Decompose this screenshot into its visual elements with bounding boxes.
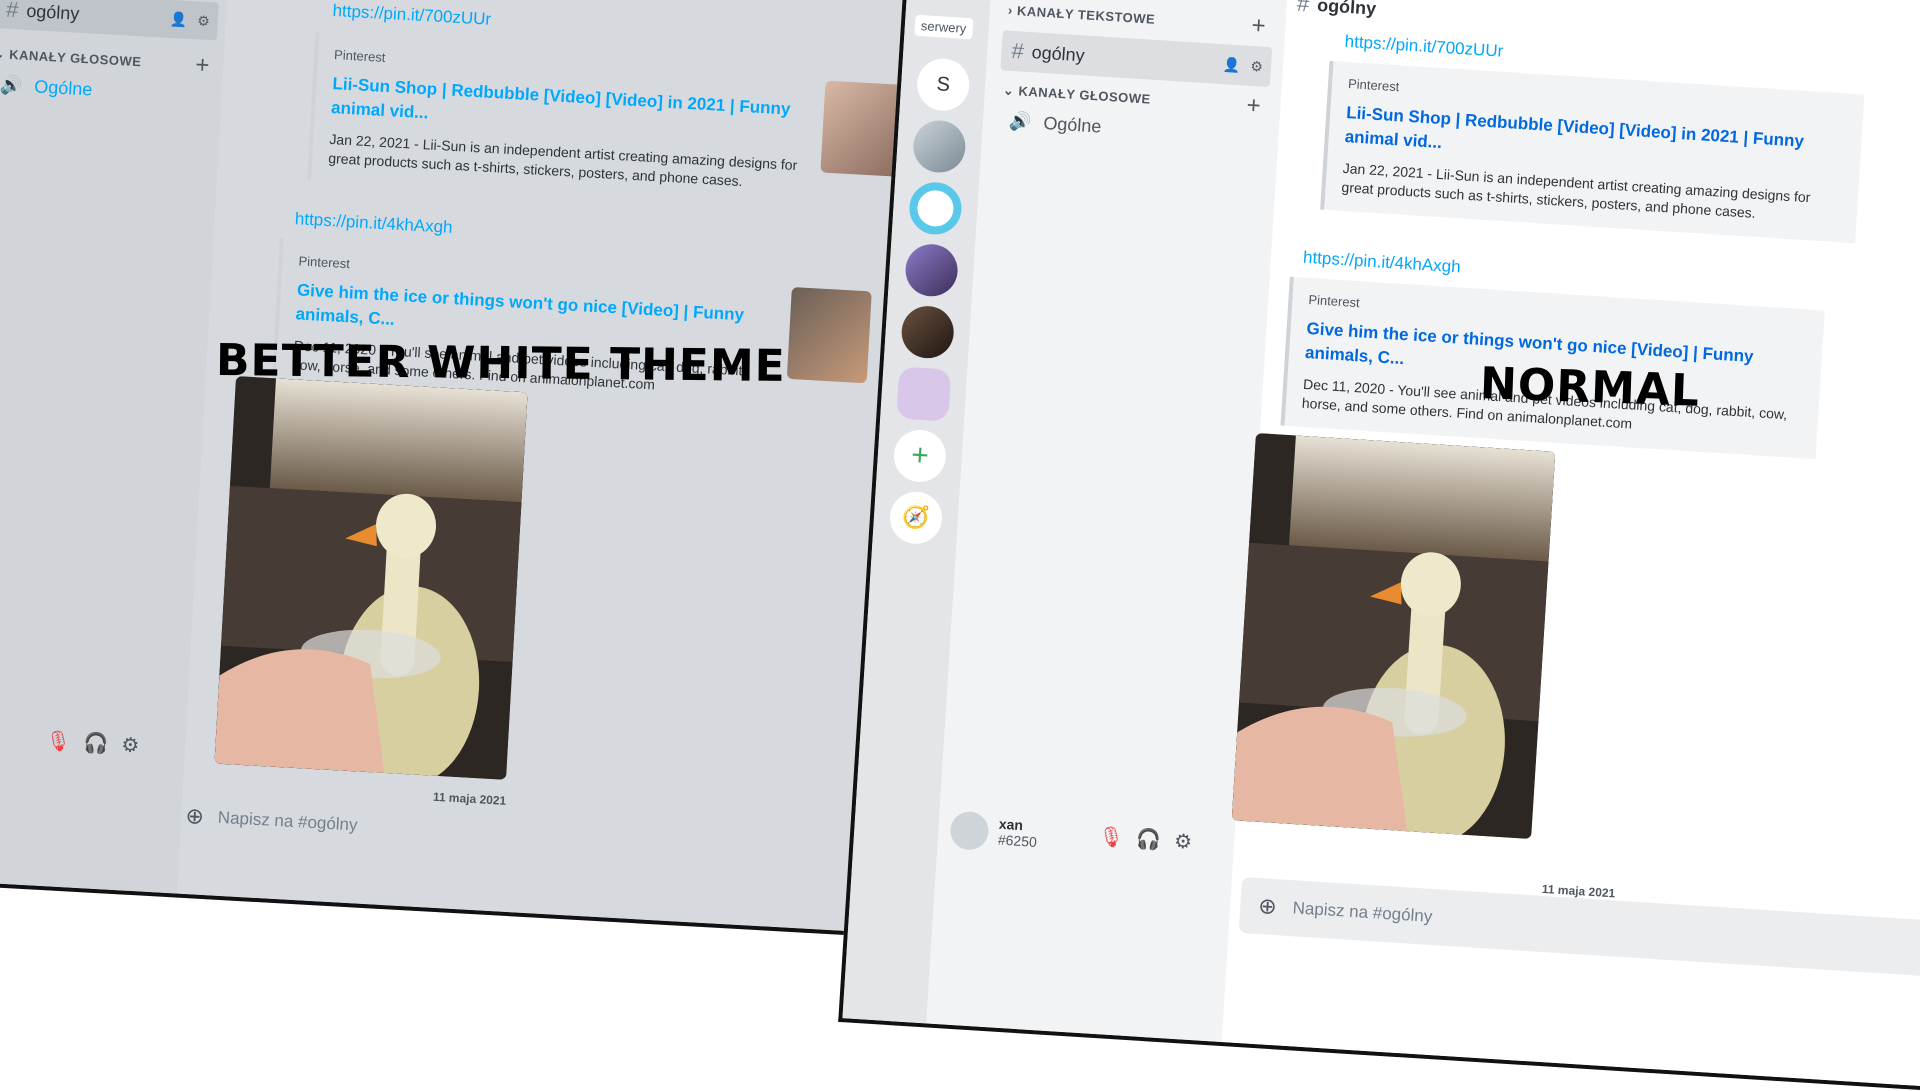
better-white-theme-panel: # ogólny 👤 ⚙ ⌄ KANAŁY GŁOSOWE + 🔊 Ogólne…	[0, 0, 953, 939]
duck-photo[interactable]	[1231, 432, 1556, 840]
embed-1: Pinterest Lii-Sun Shop | Redbubble [Vide…	[307, 31, 831, 210]
voice-channel-ogolne[interactable]: 🔊 Ogólne	[1008, 111, 1102, 138]
mute-icon[interactable]: 🎙	[45, 728, 72, 754]
speaker-icon: 🔊	[1008, 110, 1033, 133]
chat-area: # ogólny https://pin.it/700zUUr Pinteres…	[1221, 0, 1920, 1088]
channel-label: ogólny	[25, 0, 80, 24]
gear-icon[interactable]: ⚙	[1250, 57, 1264, 75]
add-member-icon[interactable]: 👤	[169, 10, 188, 28]
add-attachment-icon[interactable]: ⊕	[185, 803, 205, 830]
server-s[interactable]: S	[915, 57, 971, 113]
headphones-icon[interactable]: 🎧	[83, 730, 109, 756]
duck-photo[interactable]	[214, 376, 528, 780]
speaker-icon: 🔊	[0, 74, 23, 96]
server-avatar-4[interactable]	[900, 304, 956, 360]
channel-title: ogólny	[1316, 0, 1377, 19]
mute-icon[interactable]: 🎙	[1098, 824, 1125, 851]
normal-theme-panel: serwery S + 🧭 › KANAŁY TEKSTOWE + # ogól…	[838, 0, 1920, 1091]
hash-icon: #	[1010, 37, 1025, 64]
composer-placeholder: Napisz na #ogólny	[217, 807, 359, 835]
message-link-2[interactable]: https://pin.it/4khAxgh	[294, 209, 453, 238]
user-panel: xan #6250	[997, 816, 1038, 850]
channel-item-ogolny[interactable]: # ogólny 👤 ⚙	[0, 0, 219, 41]
add-channel-icon[interactable]: +	[195, 51, 211, 80]
voice-channel-ogolne[interactable]: 🔊 Ogólne	[0, 74, 93, 100]
duck-image	[214, 376, 528, 780]
add-member-icon[interactable]: 👤	[1223, 56, 1241, 74]
message-link-2[interactable]: https://pin.it/4khAxgh	[1302, 248, 1462, 278]
add-text-channel-icon[interactable]: +	[1251, 12, 1267, 41]
channel-item-ogolny[interactable]: # ogólny 👤 ⚙	[1000, 30, 1273, 88]
message-link-1[interactable]: https://pin.it/700zUUr	[1344, 32, 1504, 62]
date-divider: 11 maja 2021	[432, 789, 507, 808]
composer-placeholder: Napisz na #ogólny	[1292, 898, 1433, 926]
channel-label: ogólny	[1031, 41, 1086, 65]
embed-thumbnail-2[interactable]	[786, 286, 872, 384]
duck-image	[1231, 432, 1556, 840]
gear-icon[interactable]: ⚙	[197, 12, 210, 30]
channel-header: # ogólny	[1296, 0, 1377, 22]
add-server-icon[interactable]: +	[892, 428, 948, 484]
label-better-white-theme: BETTER WHITE THEME	[215, 335, 787, 392]
voice-category-header[interactable]: ⌄ KANAŁY GŁOSOWE	[0, 46, 142, 70]
server-avatar-1[interactable]	[911, 118, 967, 175]
server-avatar-2[interactable]	[907, 180, 964, 236]
chat-area: https://pin.it/700zUUr Pinterest Lii-Sun…	[177, 0, 949, 934]
user-tag: #6250	[997, 831, 1038, 851]
settings-icon[interactable]: ⚙	[121, 732, 140, 758]
user-avatar[interactable]	[949, 810, 990, 851]
headphones-icon[interactable]: 🎧	[1135, 826, 1162, 853]
add-voice-channel-icon[interactable]: +	[1246, 92, 1262, 121]
hash-icon: #	[1296, 0, 1311, 17]
voice-category-header[interactable]: ⌄ KANAŁY GŁOSOWE	[1003, 82, 1152, 107]
servers-tooltip: serwery	[914, 14, 973, 40]
label-normal: NORMAL	[1479, 358, 1701, 417]
hash-icon: #	[5, 0, 20, 23]
server-avatar-3[interactable]	[903, 242, 960, 298]
add-attachment-icon[interactable]: ⊕	[1257, 893, 1278, 920]
text-category-header[interactable]: › KANAŁY TEKSTOWE	[1008, 3, 1156, 27]
settings-icon[interactable]: ⚙	[1173, 829, 1192, 855]
message-link-1[interactable]: https://pin.it/700zUUr	[332, 1, 492, 30]
embed-1: Pinterest Lii-Sun Shop | Redbubble [Vide…	[1320, 60, 1865, 244]
server-folder[interactable]	[896, 366, 952, 422]
explore-servers-icon[interactable]: 🧭	[888, 490, 944, 546]
